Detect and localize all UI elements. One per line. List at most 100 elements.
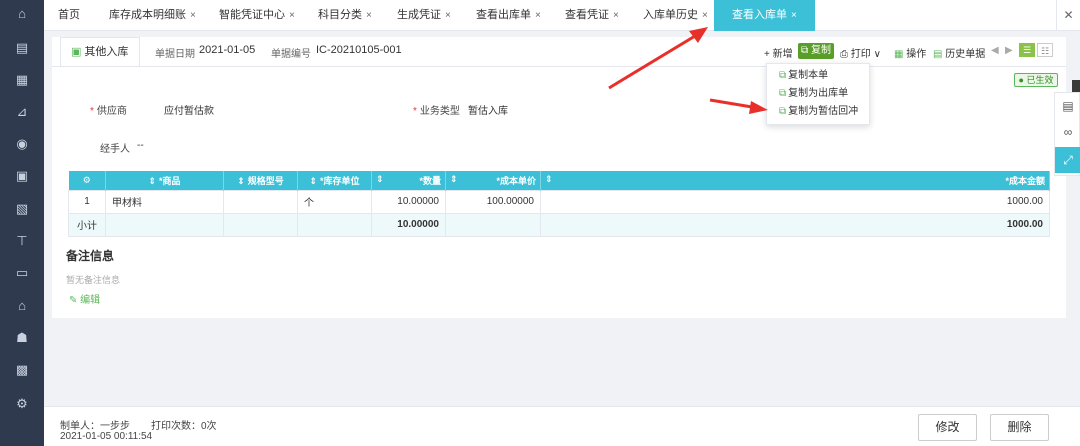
tab-view-voucher[interactable]: 查看凭证 × (565, 0, 619, 31)
tab-inbound-history[interactable]: 入库单历史 × (643, 0, 708, 31)
subtotal-label: 小计 (68, 212, 106, 237)
close-icon[interactable]: × (535, 10, 541, 21)
document-header: ▣ 其他入库 单据日期 2021-01-05 单据编号 IC-20210105-0… (52, 37, 1066, 67)
memo-title: 备注信息 (66, 249, 115, 263)
close-icon[interactable]: × (791, 10, 797, 21)
sort-icon: ⇕ (450, 173, 458, 184)
cell-unit[interactable]: 个 (297, 189, 372, 214)
column-header-unit-cost[interactable]: ⇕ *成本单价 (445, 171, 541, 190)
inventory-icon[interactable]: ▩ (12, 360, 32, 380)
menu-item-copy-this[interactable]: ⧉ 复制本单 (779, 69, 828, 83)
wallet-icon[interactable]: ▭ (12, 263, 32, 283)
close-icon[interactable]: × (366, 10, 372, 21)
right-tool-panel: ▤ ∞ ⤢ (1054, 92, 1080, 176)
cell-qty[interactable]: 10.00000 (371, 189, 446, 214)
operate-button[interactable]: ▦ 操作 (894, 45, 926, 60)
delete-button[interactable]: 删除 (990, 414, 1049, 441)
subtotal-qty: 10.00000 (371, 212, 446, 237)
home-icon[interactable]: ⌂ (12, 4, 32, 24)
list-view-icon[interactable]: ☰ (1019, 43, 1035, 57)
sort-icon: ⇕ (545, 173, 553, 184)
menu-item-copy-to-outbound[interactable]: ⧉ 复制为出库单 (779, 87, 848, 101)
tab-view-inbound[interactable]: 查看入库单 × (714, 0, 815, 31)
settings-icon[interactable]: ⚙ (12, 394, 32, 414)
copy-icon: ⧉ (779, 106, 787, 117)
column-header-unit[interactable]: ⇕ *库存单位 (297, 171, 372, 190)
prev-icon[interactable]: ◀ (991, 45, 999, 56)
menu-item-copy-to-reversal[interactable]: ⧉ 复制为暂估回冲 (779, 105, 858, 119)
print-button[interactable]: ⎙ 打印 ∨ (840, 45, 881, 60)
divider (52, 66, 1066, 67)
date-value: 2021-01-05 (199, 44, 256, 56)
history-icon: ▤ (933, 49, 943, 60)
close-icon[interactable]: ✕ (1056, 0, 1080, 31)
tab-home[interactable]: 首页 (58, 0, 80, 31)
grid-icon: ▦ (894, 49, 904, 60)
tab-inventory-cost-ledger[interactable]: 库存成本明细账 × (109, 0, 196, 31)
assets-icon[interactable]: ⌂ (12, 296, 32, 316)
left-sidebar: ⌂ ▤ ▦ ⊿ ◉ ▣ ▧ ⊤ ▭ ⌂ ☗ ▩ ⚙ (0, 0, 44, 446)
document-card: ▣ 其他入库 单据日期 2021-01-05 单据编号 IC-20210105-0… (52, 37, 1066, 318)
add-button[interactable]: + 新增 (764, 45, 793, 60)
close-icon[interactable]: × (289, 10, 295, 21)
copy-button[interactable]: ⧉ 复制 (798, 43, 834, 59)
invoice-icon[interactable]: ▣ (12, 166, 32, 186)
sort-icon: ⇕ (376, 173, 384, 184)
cell-amount[interactable]: 1000.00 (540, 189, 1050, 214)
payroll-icon[interactable]: ☗ (12, 328, 32, 348)
report-icon[interactable]: ⊿ (12, 102, 32, 122)
sort-icon: ⇕ (309, 175, 318, 186)
tab-view-outbound[interactable]: 查看出库单 × (476, 0, 541, 31)
tab-bar: 首页 库存成本明细账 × 智能凭证中心 × 科目分类 × 生成凭证 × 查看出库单 × 查… (44, 0, 1080, 31)
tab-smart-voucher-center[interactable]: 智能凭证中心 × (219, 0, 295, 31)
subtotal-amount: 1000.00 (540, 212, 1050, 237)
print-count-text: 打印次数：0次 (151, 421, 217, 432)
history-button[interactable]: ▤ 历史单据 (933, 45, 985, 60)
column-header-spec[interactable]: ⇕ 规格型号 (223, 171, 298, 190)
column-header-qty[interactable]: ⇕ *数量 (371, 171, 446, 190)
next-icon[interactable]: ▶ (1005, 45, 1013, 56)
tab-generate-voucher[interactable]: 生成凭证 × (397, 0, 451, 31)
handler-label: 经手人 (100, 144, 130, 155)
edit-memo-link[interactable]: ✎ 编辑 (69, 291, 100, 306)
link-icon[interactable]: ∞ (1055, 119, 1080, 145)
cash-icon[interactable]: ⊤ (12, 231, 32, 251)
tax-icon[interactable]: ▧ (12, 199, 32, 219)
ledger-icon[interactable]: ▦ (12, 70, 32, 90)
close-icon[interactable]: × (613, 10, 619, 21)
sort-icon: ⇕ (148, 175, 157, 186)
copy-dropdown-menu: ⧉ 复制本单 ⧉ 复制为出库单 ⧉ 复制为暂估回冲 (766, 63, 870, 125)
money-icon[interactable]: ◉ (12, 134, 32, 154)
cell-unit-cost[interactable]: 100.00000 (445, 189, 541, 214)
subtotal-row: 小计 10.00000 1000.00 (68, 212, 1050, 237)
column-settings-icon[interactable]: ⚙ (68, 171, 106, 190)
printer-icon: ⎙ (840, 49, 848, 60)
expand-icon[interactable]: ⤢ (1055, 147, 1080, 173)
copy-icon: ⧉ (801, 45, 809, 56)
column-header-product[interactable]: ⇕ *商品 (105, 171, 224, 190)
card-view-icon[interactable]: ☷ (1037, 43, 1053, 57)
tab-doc-type[interactable]: ▣ 其他入库 (60, 37, 140, 67)
table-header-row: ⚙ ⇕ *商品 ⇕ 规格型号 ⇕ *库存单位 ⇕ *数量 ⇕ *成本单价 ⇕ *成本金额 (68, 171, 1050, 190)
copy-icon: ⧉ (779, 88, 787, 99)
table-row[interactable]: 1 甲材料 个 10.00000 100.00000 1000.00 (68, 189, 1050, 214)
tab-account-category[interactable]: 科目分类 × (318, 0, 372, 31)
close-icon[interactable]: × (702, 10, 708, 21)
items-table: ⚙ ⇕ *商品 ⇕ 规格型号 ⇕ *库存单位 ⇕ *数量 ⇕ *成本单价 ⇕ *成本金额 1… (68, 171, 1050, 237)
biz-type-value: 暂估入库 (468, 106, 508, 117)
voucher-icon[interactable]: ▤ (12, 38, 32, 58)
edit-icon: ✎ (69, 295, 78, 306)
column-header-amount[interactable]: ⇕ *成本金额 (540, 171, 1050, 190)
status-badge: ● 已生效 (1014, 73, 1058, 87)
notes-icon[interactable]: ▤ (1055, 93, 1080, 119)
cell-product[interactable]: 甲材料 (105, 189, 224, 214)
chevron-down-icon: ∨ (873, 49, 881, 60)
modify-button[interactable]: 修改 (918, 414, 977, 441)
cell-spec[interactable] (223, 189, 298, 214)
close-icon[interactable]: × (190, 10, 196, 21)
close-icon[interactable]: × (445, 10, 451, 21)
copy-icon: ⧉ (779, 70, 787, 81)
handler-value: -- (137, 140, 144, 151)
supplier-label: * 供应商 (90, 106, 127, 117)
row-index: 1 (68, 189, 106, 214)
